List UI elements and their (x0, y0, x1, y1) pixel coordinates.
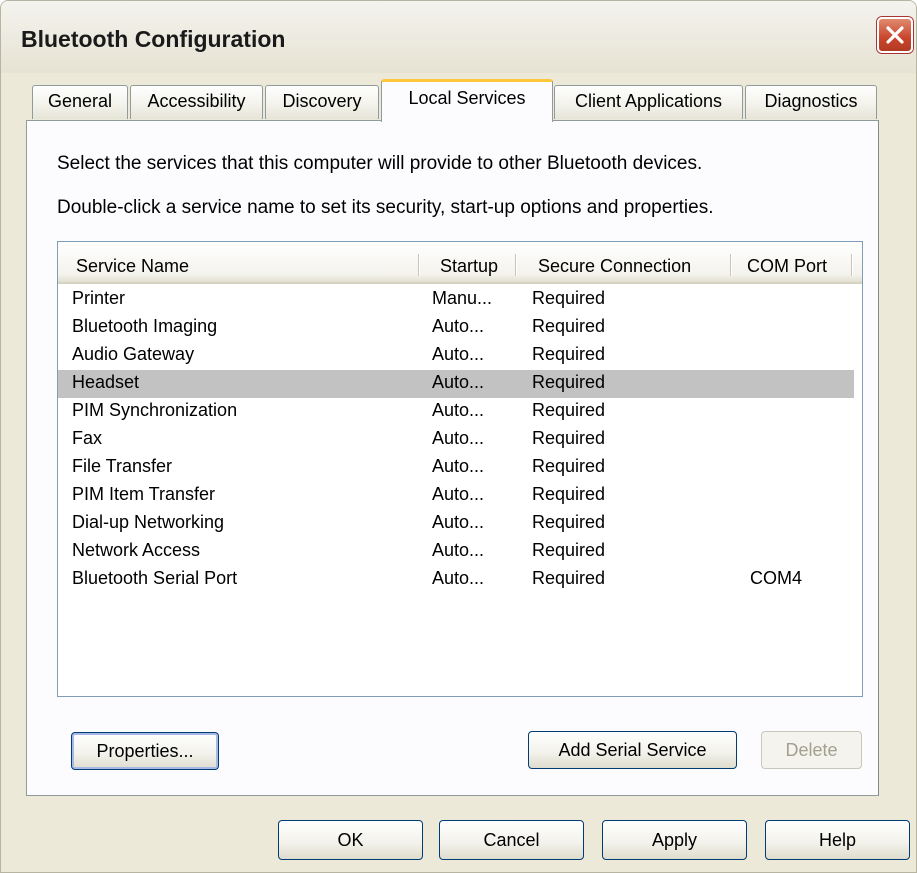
table-row-selected[interactable]: Headset Auto... Required (58, 370, 854, 398)
table-row[interactable]: Audio Gateway Auto... Required (58, 342, 854, 370)
table-row[interactable]: Bluetooth Serial Port Auto... Required C… (58, 566, 854, 594)
column-header-secure-connection[interactable]: Secure Connection (538, 256, 691, 277)
service-startup: Auto... (432, 400, 485, 420)
close-button[interactable] (877, 17, 913, 53)
service-name: Network Access (72, 540, 201, 560)
service-secure-connection: Required (532, 540, 606, 560)
service-startup: Auto... (432, 540, 485, 560)
help-button[interactable]: Help (765, 820, 910, 860)
column-header-service-name[interactable]: Service Name (76, 256, 189, 277)
column-divider[interactable] (730, 254, 731, 276)
service-startup: Auto... (432, 344, 485, 364)
table-row[interactable]: PIM Synchronization Auto... Required (58, 398, 854, 426)
table-row[interactable]: Bluetooth Imaging Auto... Required (58, 314, 854, 342)
column-divider[interactable] (515, 254, 516, 276)
table-row[interactable]: PIM Item Transfer Auto... Required (58, 482, 854, 510)
instruction-line-1: Select the services that this computer w… (57, 153, 703, 174)
tab-client-applications[interactable]: Client Applications (554, 85, 743, 119)
cancel-button[interactable]: Cancel (439, 820, 584, 860)
tab-local-services[interactable]: Local Services (381, 79, 553, 122)
column-divider[interactable] (851, 254, 852, 276)
service-name: Dial-up Networking (72, 512, 225, 532)
service-startup: Auto... (432, 456, 485, 476)
service-secure-connection: Required (532, 456, 606, 476)
tab-general[interactable]: General (32, 85, 128, 119)
service-secure-connection: Required (532, 372, 606, 392)
close-icon (886, 26, 904, 44)
add-serial-service-button[interactable]: Add Serial Service (528, 731, 737, 769)
title-bar[interactable]: Bluetooth Configuration (1, 1, 916, 73)
service-name: Bluetooth Imaging (72, 316, 218, 336)
service-name: Headset (72, 372, 140, 392)
service-com-port: COM4 (750, 568, 803, 588)
apply-button[interactable]: Apply (602, 820, 747, 860)
services-list[interactable]: Service Name Startup Secure Connection C… (57, 241, 863, 697)
service-name: PIM Item Transfer (72, 484, 216, 504)
service-startup: Auto... (432, 512, 485, 532)
service-startup: Auto... (432, 428, 485, 448)
column-divider[interactable] (418, 254, 419, 276)
service-name: PIM Synchronization (72, 400, 238, 420)
service-name: Bluetooth Serial Port (72, 568, 238, 588)
column-header-startup[interactable]: Startup (440, 256, 498, 277)
service-secure-connection: Required (532, 568, 606, 588)
service-name: File Transfer (72, 456, 173, 476)
service-name: Audio Gateway (72, 344, 195, 364)
service-startup: Auto... (432, 568, 485, 588)
service-secure-connection: Required (532, 400, 606, 420)
service-startup: Auto... (432, 484, 485, 504)
services-list-header: Service Name Startup Secure Connection C… (58, 242, 862, 284)
properties-button[interactable]: Properties... (71, 732, 219, 770)
window-title: Bluetooth Configuration (21, 26, 286, 52)
service-secure-connection: Required (532, 428, 606, 448)
service-secure-connection: Required (532, 484, 606, 504)
service-secure-connection: Required (532, 316, 606, 336)
service-name: Printer (72, 288, 126, 308)
table-row[interactable]: Printer Manu... Required (58, 286, 854, 314)
tab-accessibility[interactable]: Accessibility (130, 85, 263, 119)
table-row[interactable]: File Transfer Auto... Required (58, 454, 854, 482)
table-row[interactable]: Fax Auto... Required (58, 426, 854, 454)
table-row[interactable]: Network Access Auto... Required (58, 538, 854, 566)
table-row[interactable]: Dial-up Networking Auto... Required (58, 510, 854, 538)
service-secure-connection: Required (532, 288, 606, 308)
service-secure-connection: Required (532, 344, 606, 364)
instruction-line-2: Double-click a service name to set its s… (57, 197, 714, 218)
service-startup: Manu... (432, 288, 493, 308)
service-startup: Auto... (432, 316, 485, 336)
service-name: Fax (72, 428, 103, 448)
bluetooth-configuration-dialog: Bluetooth Configuration General Accessib… (0, 0, 917, 873)
column-header-com-port[interactable]: COM Port (747, 256, 827, 277)
delete-button[interactable]: Delete (761, 731, 862, 769)
ok-button[interactable]: OK (278, 820, 423, 860)
tab-diagnostics[interactable]: Diagnostics (745, 85, 877, 119)
service-startup: Auto... (432, 372, 485, 392)
service-secure-connection: Required (532, 512, 606, 532)
tab-discovery[interactable]: Discovery (265, 85, 379, 119)
